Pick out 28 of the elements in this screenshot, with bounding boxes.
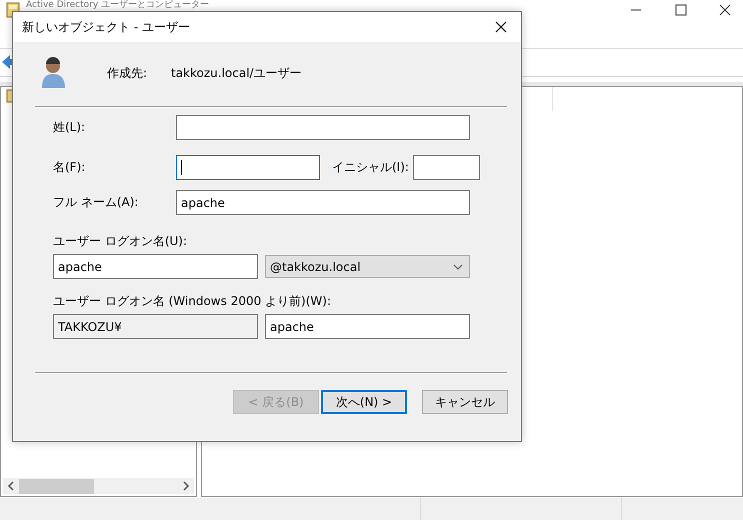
dialog-title: 新しいオブジェクト - ユーザー [22, 18, 190, 36]
close-icon[interactable] [719, 4, 731, 16]
chevron-down-icon [453, 264, 463, 270]
window-title: Active Directory ユーザーとコンピューター [26, 0, 210, 10]
field-label: イニシャル(I): [332, 159, 409, 176]
close-icon[interactable] [495, 21, 507, 33]
full-name-field[interactable]: apache [176, 190, 470, 215]
field-label: 姓(L): [53, 119, 86, 136]
scrollbar-thumb[interactable] [19, 478, 94, 494]
create-in-path: takkozu.local/ユーザー [171, 64, 302, 82]
create-in-label: 作成先: [107, 64, 148, 82]
field-label: ユーザー ログオン名 (Windows 2000 より前)(W): [53, 293, 332, 310]
dialog-button[interactable]: 次へ(N) > [321, 390, 407, 414]
scroll-left-icon[interactable] [7, 481, 15, 491]
maximize-icon[interactable] [675, 4, 687, 16]
scroll-right-icon[interactable] [182, 481, 190, 491]
last-name-field[interactable] [176, 115, 470, 140]
logon-name-field[interactable]: apache [53, 254, 258, 279]
pre2000-logon-name-field[interactable]: apache [265, 314, 470, 339]
domain-dropdown[interactable]: @takkozu.local [265, 255, 470, 278]
dialog-button[interactable]: キャンセル [422, 390, 508, 414]
first-name-field[interactable] [176, 155, 320, 180]
domain-prefix-field: TAKKOZU¥ [53, 314, 258, 339]
user-icon [41, 57, 67, 89]
field-label: フル ネーム(A): [53, 194, 140, 211]
field-label: 名(F): [53, 159, 86, 176]
field-label: ユーザー ログオン名(U): [53, 233, 188, 250]
initials-field[interactable] [412, 155, 480, 180]
